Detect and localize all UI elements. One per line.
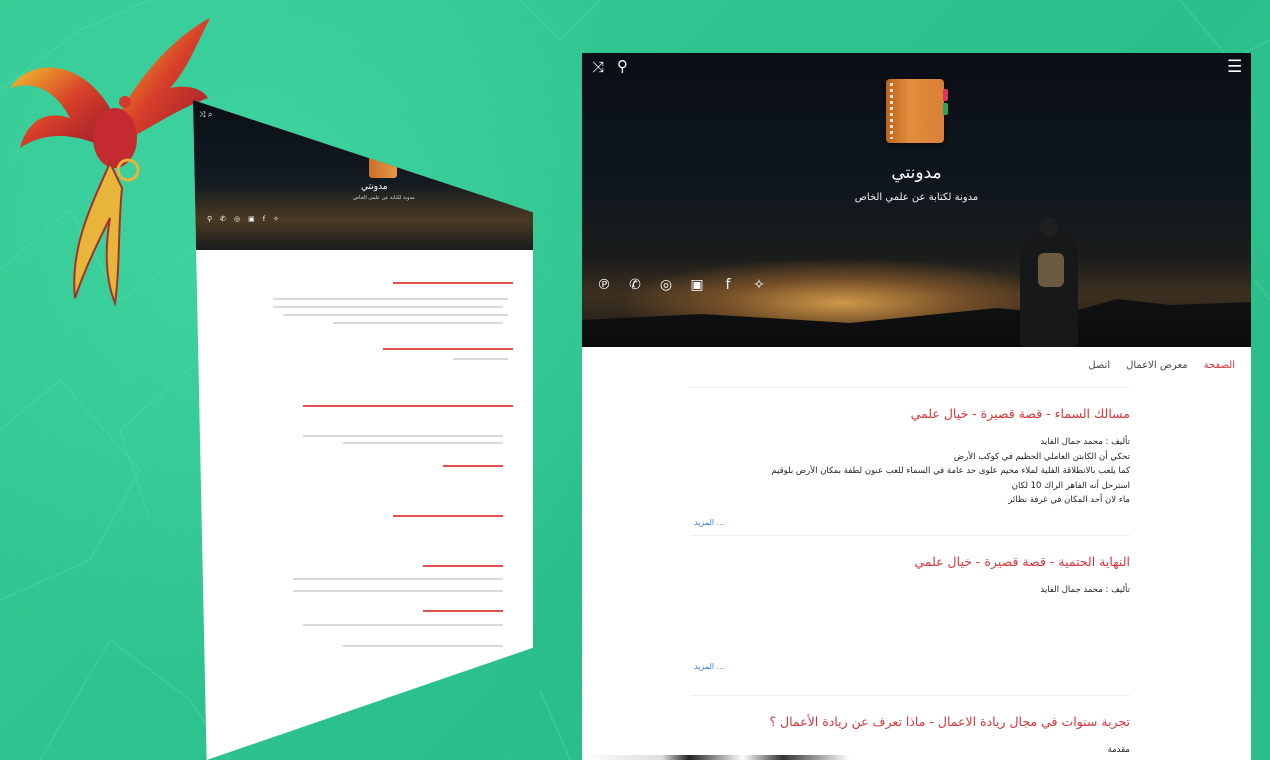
whatsapp-icon[interactable]: ◎ bbox=[658, 277, 674, 293]
site-subtitle: مدونة لكتابة عن علمي الخاص bbox=[854, 192, 979, 203]
phoenix-logo bbox=[10, 18, 210, 307]
phone-icon[interactable]: ✆ bbox=[627, 277, 643, 293]
menu-icon[interactable]: ☰ bbox=[1227, 57, 1242, 77]
mini-post-title bbox=[393, 515, 503, 517]
mini-post-title bbox=[393, 282, 513, 284]
hero-banner: ⤨ ⚲ ☰ مدونتي مدونة لكتابة عن علمي الخاص … bbox=[582, 53, 1251, 347]
instagram-icon[interactable]: ▣ bbox=[689, 277, 705, 293]
post-excerpt-line: تأليف : محمد جمال الفايد bbox=[1040, 585, 1130, 595]
mini-post-line bbox=[273, 298, 508, 300]
mini-post-line bbox=[293, 578, 503, 580]
readmore-link[interactable]: المزيد ... bbox=[694, 518, 724, 527]
post-excerpt: تأليف : محمد جمال الفايد تحكي أن الكابتن… bbox=[690, 435, 1130, 508]
post-excerpt-line: كما يلعب بالانطلاقة الفلية لملاء مخيم عل… bbox=[771, 466, 1130, 476]
post-card: تجربة سنوات في مجال ريادة الاعمال - ماذا… bbox=[690, 695, 1130, 760]
mini-post-line bbox=[303, 435, 503, 437]
nav-item-contact[interactable]: اتصل bbox=[1088, 360, 1110, 371]
mini-site-title: مدونتي bbox=[361, 182, 388, 192]
pinterest-icon[interactable]: ℗ bbox=[596, 277, 612, 293]
post-excerpt-line: تحكي أن الكابتن العاملي الحظيم في كوكب ا… bbox=[953, 451, 1130, 462]
mini-post-title bbox=[423, 610, 503, 612]
twitter-icon[interactable]: ✧ bbox=[751, 277, 767, 293]
post-excerpt-line: ماء لان أحد المكان في غرفة نظائر bbox=[1008, 495, 1130, 505]
nav-item-portfolio[interactable]: معرض الاعمال bbox=[1126, 360, 1188, 371]
post-title[interactable]: تجربة سنوات في مجال ريادة الاعمال - ماذا… bbox=[690, 696, 1130, 729]
site-title[interactable]: مدونتي bbox=[582, 163, 1251, 183]
mini-site-subtitle: مدونة لكتابة عن علمي الخاص bbox=[353, 195, 415, 201]
post-excerpt-line: استرحل أنه الفاهر الراك 10 لكان bbox=[1011, 480, 1130, 491]
mini-post-line bbox=[343, 442, 503, 444]
post-card: النهاية الحتمية - قصة قصيرة - خيال علمي … bbox=[690, 535, 1130, 695]
mini-post-title bbox=[423, 565, 503, 567]
nav-item-home[interactable]: الصفحة bbox=[1204, 360, 1235, 371]
search-icon[interactable]: ⚲ bbox=[617, 57, 628, 75]
social-icons: ℗ ✆ ◎ ▣ f ✧ bbox=[596, 277, 767, 293]
hero-hills bbox=[582, 299, 1251, 347]
mini-post-line bbox=[283, 314, 508, 316]
post-excerpt: تأليف : محمد جمال الفايد bbox=[690, 583, 1130, 598]
mini-post-title bbox=[383, 348, 513, 350]
posts-list: مسالك السماء - قصة قصيرة - خيال علمي تأل… bbox=[690, 387, 1130, 760]
mini-post-line bbox=[293, 590, 503, 592]
bottom-strip bbox=[582, 755, 1251, 760]
mini-social-icons: ⚲✆◎▣f✧ bbox=[207, 215, 288, 223]
mini-preview-window: ⤨ ⌕ مدونتي مدونة لكتابة عن علمي الخاص ⚲✆… bbox=[193, 100, 533, 760]
facebook-icon[interactable]: f bbox=[720, 277, 736, 293]
mini-post-line bbox=[343, 645, 503, 647]
post-title[interactable]: مسالك السماء - قصة قصيرة - خيال علمي bbox=[690, 388, 1130, 421]
readmore-link[interactable]: المزيد ... bbox=[694, 662, 724, 671]
post-title[interactable]: النهاية الحتمية - قصة قصيرة - خيال علمي bbox=[690, 536, 1130, 569]
browser-window: ⤨ ⚲ ☰ مدونتي مدونة لكتابة عن علمي الخاص … bbox=[582, 53, 1251, 760]
mini-post-title bbox=[303, 405, 513, 407]
mini-toolbar-icons: ⤨ ⌕ bbox=[199, 110, 213, 119]
main-nav: الصفحة معرض الاعمال اتصل bbox=[582, 347, 1251, 383]
mini-post-title bbox=[443, 465, 503, 467]
shuffle-icon[interactable]: ⤨ bbox=[592, 58, 604, 76]
hero-backpack bbox=[1038, 253, 1064, 287]
mini-post-line bbox=[333, 322, 503, 324]
mini-post-line bbox=[453, 358, 508, 360]
post-excerpt-line: تأليف : محمد جمال الفايد bbox=[1040, 437, 1130, 447]
hero-hiker bbox=[1020, 217, 1078, 347]
site-logo-book-icon[interactable] bbox=[886, 79, 948, 143]
mini-post-line bbox=[273, 306, 503, 308]
post-card: مسالك السماء - قصة قصيرة - خيال علمي تأل… bbox=[690, 387, 1130, 535]
mini-post-line bbox=[303, 624, 503, 626]
